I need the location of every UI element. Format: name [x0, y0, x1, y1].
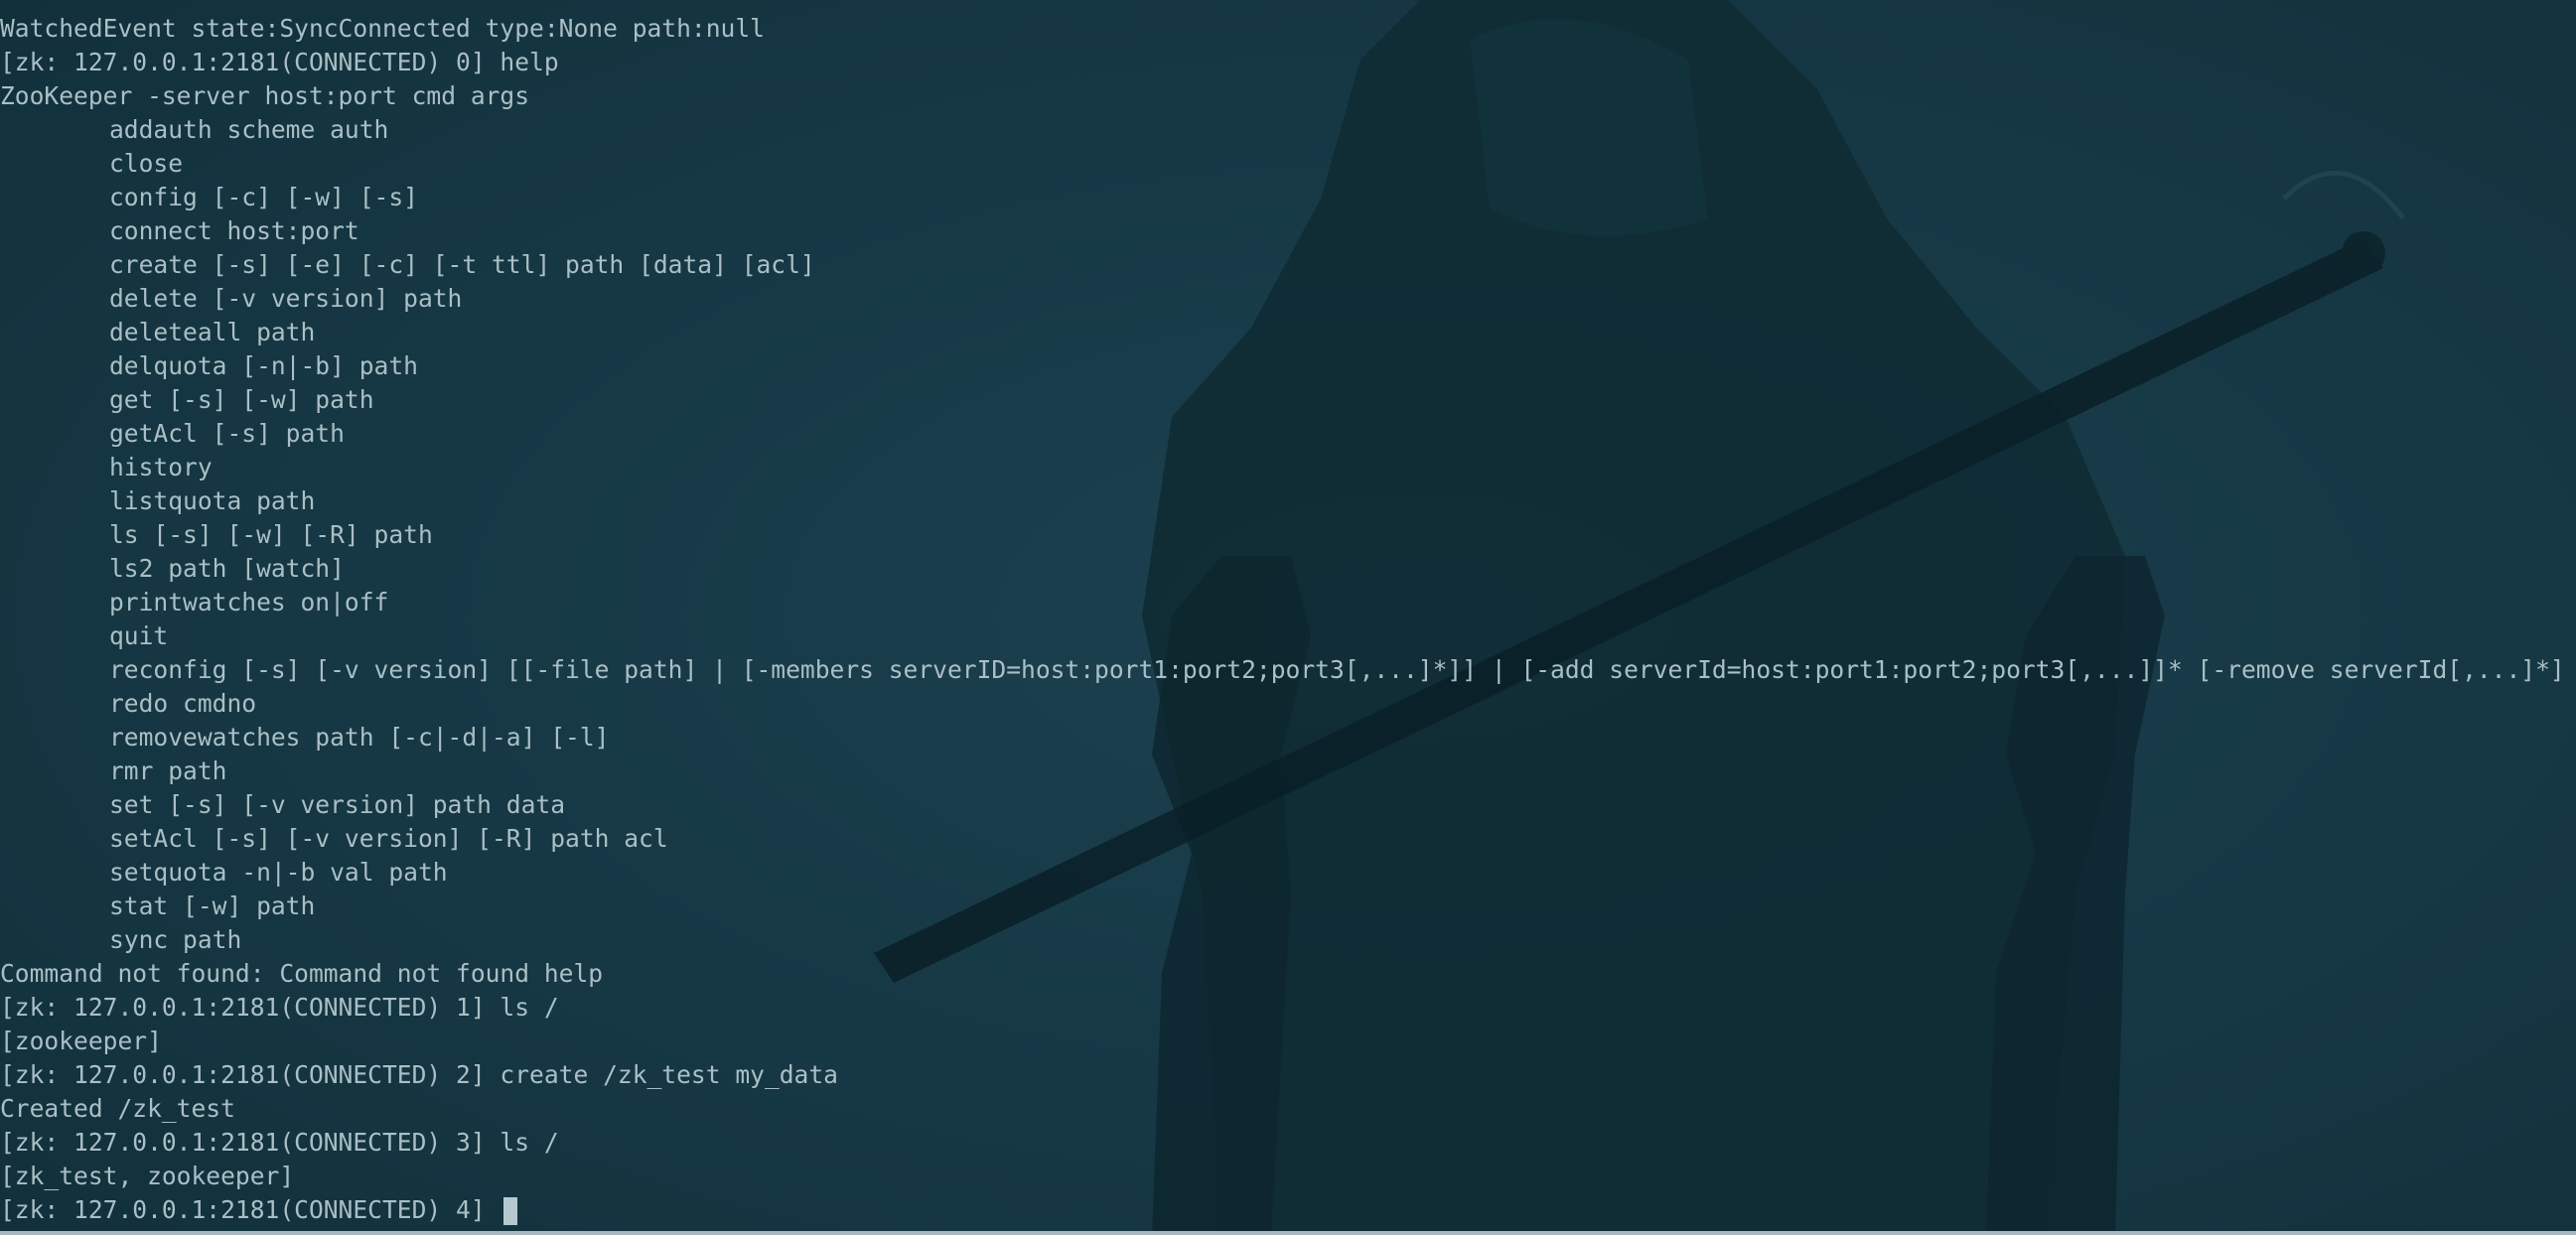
terminal-line: [zk: 127.0.0.1:2181(CONNECTED) 0] help [0, 48, 559, 76]
terminal-line: ls [-s] [-w] [-R] path [109, 520, 433, 549]
terminal-line: deleteall path [109, 318, 316, 346]
terminal-line: quit [109, 621, 169, 650]
terminal-line: history [109, 453, 213, 481]
terminal-line: WatchedEvent state:SyncConnected type:No… [0, 14, 765, 43]
terminal-line: Command not found: Command not found hel… [0, 959, 604, 988]
terminal-line: close [109, 149, 184, 178]
terminal-line: setAcl [-s] [-v version] [-R] path acl [109, 824, 668, 853]
terminal-line: addauth scheme auth [109, 115, 389, 144]
prompt-line[interactable]: [zk: 127.0.0.1:2181(CONNECTED) 4] [0, 1193, 2576, 1227]
terminal-line: create [-s] [-e] [-c] [-t ttl] path [dat… [109, 250, 815, 279]
terminal-line: redo cmdno [109, 689, 257, 718]
terminal-line: connect host:port [109, 216, 359, 245]
terminal-line: [zk: 127.0.0.1:2181(CONNECTED) 3] ls / [0, 1128, 559, 1157]
terminal-line: delete [-v version] path [109, 284, 463, 313]
terminal-line: [zk: 127.0.0.1:2181(CONNECTED) 1] ls / [0, 993, 559, 1022]
terminal-line: get [-s] [-w] path [109, 385, 374, 414]
terminal-line: Created /zk_test [0, 1094, 235, 1123]
terminal-line: delquota [-n|-b] path [109, 351, 418, 380]
terminal-line: setquota -n|-b val path [109, 858, 448, 887]
terminal-line: removewatches path [-c|-d|-a] [-l] [109, 723, 610, 752]
terminal-line: [zookeeper] [0, 1027, 162, 1055]
terminal-line: set [-s] [-v version] path data [109, 790, 566, 819]
terminal-output[interactable]: WatchedEvent state:SyncConnected type:No… [0, 12, 2576, 1235]
shell-prompt: [zk: 127.0.0.1:2181(CONNECTED) 4] [0, 1195, 501, 1224]
terminal-line: [zk: 127.0.0.1:2181(CONNECTED) 2] create… [0, 1060, 838, 1089]
terminal-line: ZooKeeper -server host:port cmd args [0, 81, 530, 110]
terminal-line: listquota path [109, 486, 316, 515]
terminal-line: ls2 path [watch] [109, 554, 345, 583]
terminal-line: stat [-w] path [109, 892, 316, 920]
window-bottom-edge [0, 1231, 2576, 1235]
terminal-line: config [-c] [-w] [-s] [109, 183, 418, 211]
terminal-line: reconfig [-s] [-v version] [[-file path]… [109, 655, 2565, 684]
text-cursor [503, 1197, 518, 1225]
terminal-line: printwatches on|off [109, 588, 389, 617]
terminal-line: rmr path [109, 756, 227, 785]
terminal-line: getAcl [-s] path [109, 419, 345, 448]
terminal-line: sync path [109, 925, 242, 954]
terminal-line: [zk_test, zookeeper] [0, 1162, 295, 1190]
